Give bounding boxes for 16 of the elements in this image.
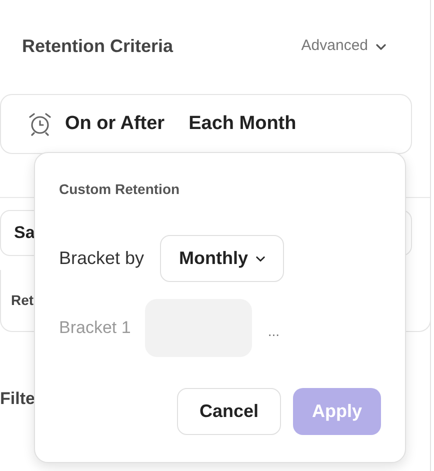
bracket-by-label: Bracket by xyxy=(59,247,144,270)
bracket-dropdown[interactable]: Monthly xyxy=(160,235,284,282)
period-text[interactable]: Each Month xyxy=(188,110,296,138)
more-options[interactable]: ... xyxy=(268,320,280,342)
card-label: Ret xyxy=(11,291,34,310)
filter-label: Filte xyxy=(0,388,35,410)
condition-text[interactable]: On or After xyxy=(65,110,165,138)
cancel-button[interactable]: Cancel xyxy=(177,388,281,435)
chevron-down-icon xyxy=(256,256,266,262)
chevron-down-icon xyxy=(376,44,386,50)
alarm-clock-icon xyxy=(27,112,53,136)
popover-title: Custom Retention xyxy=(59,180,181,199)
advanced-dropdown[interactable]: Advanced xyxy=(301,35,386,58)
bracket-label: Bracket 1 xyxy=(59,317,131,340)
section-title: Retention Criteria xyxy=(22,35,174,58)
field-value: Sa xyxy=(14,222,35,244)
